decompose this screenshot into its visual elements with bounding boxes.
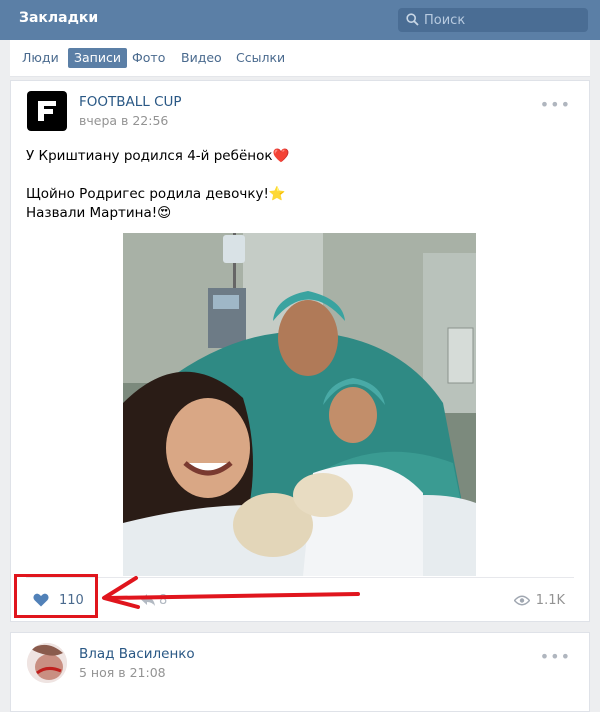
search-icon (406, 13, 419, 26)
football-cup-logo-icon (38, 101, 56, 121)
post-photo[interactable] (123, 233, 476, 576)
bookmark-tabs: Люди Записи Фото Видео Ссылки (10, 40, 590, 77)
avatar[interactable] (27, 91, 67, 131)
tab-videos[interactable]: Видео (175, 48, 228, 68)
tab-people[interactable]: Люди (16, 48, 65, 68)
post-card: Влад Василенко 5 ноя в 21:08 ••• (10, 632, 590, 712)
post-date[interactable]: 5 ноя в 21:08 (79, 665, 166, 680)
photo-illustration (123, 233, 476, 576)
arrow-annotation (102, 576, 360, 609)
post-text: У Криштиану родился 4-й ребёнок❤️ Щойно … (26, 147, 576, 223)
tab-photos[interactable]: Фото (126, 48, 171, 68)
avatar-photo (27, 643, 67, 683)
eye-icon (513, 595, 530, 605)
views-count: 1.1K (535, 592, 565, 608)
search-input[interactable] (424, 8, 584, 32)
post-date[interactable]: вчера в 22:56 (79, 113, 168, 128)
more-icon[interactable]: ••• (540, 647, 571, 666)
post-text-line: Щойно Родригес родила девочку!⭐ (26, 186, 286, 202)
post-text-line: У Криштиану родился 4-й ребёнок❤️ (26, 148, 290, 164)
tab-posts[interactable]: Записи (68, 48, 127, 68)
views-counter: 1.1K (513, 590, 565, 610)
highlight-box (14, 574, 98, 618)
post-author[interactable]: FOOTBALL CUP (79, 94, 182, 110)
post-text-line: Назвали Мартина!😍 (26, 205, 172, 221)
search-box[interactable] (398, 8, 588, 32)
post-card: FOOTBALL CUP вчера в 22:56 ••• У Криштиа… (10, 80, 590, 622)
post-author[interactable]: Влад Василенко (79, 646, 195, 662)
tab-links[interactable]: Ссылки (230, 48, 291, 68)
page-title: Закладки (19, 10, 99, 26)
avatar[interactable] (27, 643, 67, 683)
more-icon[interactable]: ••• (540, 95, 571, 114)
top-bar: Закладки (0, 0, 600, 40)
